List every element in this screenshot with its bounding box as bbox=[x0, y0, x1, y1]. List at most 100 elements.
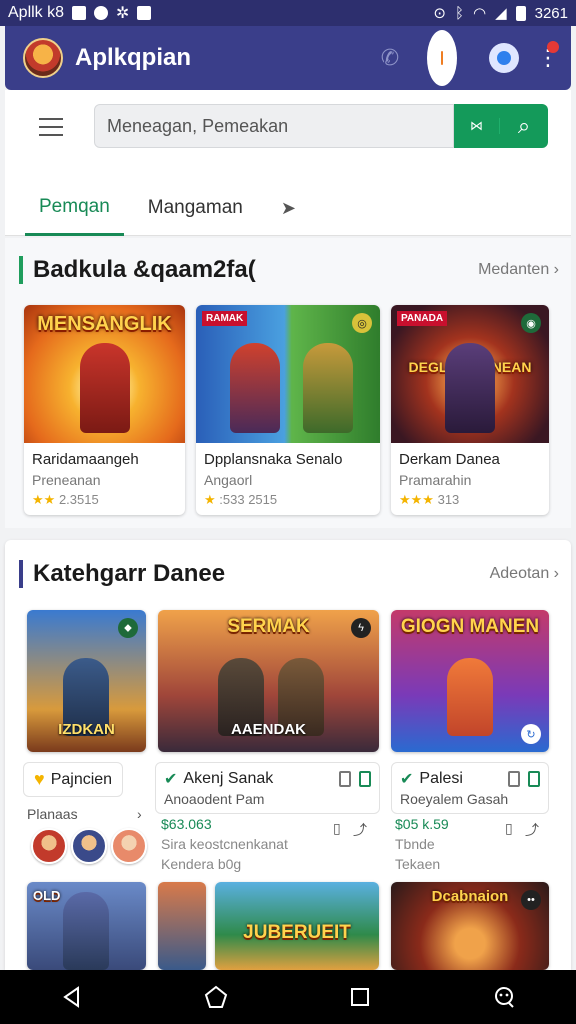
battery-icon bbox=[515, 5, 526, 21]
offer-subtitle: Anoaodent Pam bbox=[164, 791, 265, 807]
search-panel: Meneagan, Pemeakan ⋈ ⌕ Pemqan Mangaman ➤ bbox=[5, 90, 571, 236]
thumbnail-tag: PANADA bbox=[397, 311, 448, 326]
game-tile-small[interactable] bbox=[158, 882, 206, 970]
game-thumbnail: MENSANGLIK bbox=[24, 305, 185, 443]
lightning-icon: ϟ bbox=[351, 618, 371, 638]
game-rating: ★★★ 313 bbox=[399, 492, 460, 507]
game-tile[interactable]: OLD bbox=[27, 882, 146, 970]
search-input[interactable]: Meneagan, Pemeakan bbox=[94, 104, 454, 148]
offer-note: Tekaen bbox=[395, 856, 441, 872]
game-card[interactable]: RAMAK ◎ Dpplansnaka Senalo Angaorl ★ :53… bbox=[196, 305, 380, 515]
home-icon[interactable] bbox=[196, 977, 236, 1017]
app-logo[interactable] bbox=[23, 38, 63, 78]
offer-note: Kendera b0g bbox=[161, 856, 242, 872]
game-tile[interactable]: JUBERUEIT bbox=[215, 882, 379, 970]
app-bar: Aplkqpian ✆ ⋮ bbox=[5, 26, 571, 90]
game-tile[interactable]: ⬥ IZDKAN bbox=[27, 610, 146, 752]
battery-green-icon bbox=[528, 771, 540, 787]
offer-price: $63.063 bbox=[161, 816, 212, 832]
notification-square-icon bbox=[72, 6, 87, 20]
game-tile[interactable]: GIOGN MANEN ↻ bbox=[391, 610, 549, 752]
tile-banner: IZDKAN bbox=[58, 721, 115, 738]
tablet-icon[interactable] bbox=[427, 30, 457, 86]
game-thumbnail: RAMAK ◎ bbox=[196, 305, 380, 443]
nfc-icon: ⊙ bbox=[433, 5, 446, 22]
avatar[interactable] bbox=[111, 828, 147, 864]
featured-more-link[interactable]: Medanten › bbox=[478, 261, 559, 279]
heart-icon: ♥ bbox=[34, 769, 45, 789]
trend-icon: ⤴ bbox=[525, 822, 539, 838]
players-label: Planaas bbox=[27, 806, 78, 822]
character-figure bbox=[445, 343, 495, 433]
tile-banner: GIOGN MANEN bbox=[400, 616, 540, 637]
tab-overflow-icon[interactable]: ➤ bbox=[267, 180, 310, 236]
character-figure bbox=[447, 658, 493, 736]
phone-small-icon: ▯ bbox=[333, 820, 341, 836]
thumbnail-banner: MENSANGLIK bbox=[37, 313, 172, 335]
phone-icon[interactable]: ✆ bbox=[375, 43, 405, 73]
thumbnail-tag: RAMAK bbox=[202, 311, 248, 326]
game-rating: ★★ 2.3515 bbox=[32, 492, 99, 507]
game-card[interactable]: PANADA ◉ DEGLAN RANEAN Derkam Danea Pram… bbox=[391, 305, 549, 515]
category-section: Katehgarr Danee Adeotan › ⬥ IZDKAN SERMA… bbox=[5, 540, 571, 970]
wifi-icon: ◠ bbox=[472, 5, 487, 22]
chevron-right-icon[interactable]: › bbox=[137, 806, 142, 822]
game-tile[interactable]: Dcabnaion •• bbox=[391, 882, 549, 970]
offer-card[interactable]: ✔ Palesi Roeyalem Gasah bbox=[391, 762, 549, 814]
system-nav-bar bbox=[0, 970, 576, 1024]
tab-pemqan[interactable]: Pemqan bbox=[25, 180, 124, 236]
menu-icon[interactable] bbox=[39, 118, 63, 136]
featured-header: Badkula &qaam2fa( Medanten › bbox=[19, 254, 559, 286]
chat-icon[interactable] bbox=[489, 43, 519, 73]
phone-small-icon: ▯ bbox=[505, 820, 513, 836]
section-accent-bar bbox=[19, 560, 23, 588]
game-card[interactable]: MENSANGLIK Raridamaangeh Preneanan ★★ 2.… bbox=[24, 305, 185, 515]
category-more-link[interactable]: Adeotan › bbox=[490, 565, 559, 583]
game-tile[interactable]: SERMAK ϟ AAENDAK bbox=[158, 610, 379, 752]
character-figure bbox=[63, 892, 109, 970]
section-accent-bar bbox=[19, 256, 23, 284]
featured-title: Badkula &qaam2fa( bbox=[33, 256, 256, 283]
offer-title: Akenj Sanak bbox=[183, 770, 274, 787]
badge-icon: ◎ bbox=[352, 313, 372, 333]
assistant-icon[interactable] bbox=[484, 977, 524, 1017]
search-icon[interactable]: ⌕ bbox=[500, 113, 548, 139]
game-thumbnail: PANADA ◉ DEGLAN RANEAN bbox=[391, 305, 549, 443]
tile-banner: SERMAK bbox=[227, 616, 310, 637]
character-figure bbox=[229, 343, 280, 433]
scan-button[interactable]: ⋈ bbox=[454, 118, 500, 134]
signal-icon: ◢ bbox=[495, 5, 507, 22]
search-actions: ⋈ ⌕ bbox=[454, 104, 548, 148]
verified-icon: ✔ bbox=[164, 771, 178, 788]
game-name: Dpplansnaka Senalo bbox=[204, 451, 343, 468]
tab-mangaman[interactable]: Mangaman bbox=[134, 180, 257, 236]
offer-price: $05 k.59 bbox=[395, 816, 449, 832]
status-text: Apllk k8 bbox=[8, 4, 65, 21]
category-header: Katehgarr Danee Adeotan › bbox=[19, 558, 559, 590]
more-vertical-icon[interactable]: ⋮ bbox=[537, 41, 559, 73]
notification-dot bbox=[547, 41, 559, 53]
back-icon[interactable] bbox=[52, 977, 92, 1017]
phone-outline-icon bbox=[508, 771, 520, 787]
category-pill[interactable]: ♥ Pajncien bbox=[23, 762, 124, 797]
refresh-icon: ↻ bbox=[521, 724, 541, 744]
category-title: Katehgarr Danee bbox=[33, 560, 226, 587]
game-publisher: Angaorl bbox=[204, 472, 253, 488]
star-icon: ★★ bbox=[32, 492, 56, 507]
avatar[interactable] bbox=[71, 828, 107, 864]
game-name: Derkam Danea bbox=[399, 451, 500, 468]
status-bar: Apllk k8 ✲ ⊙ ᛒ ◠ ◢ 3261 bbox=[0, 0, 576, 26]
tab-bar: Pemqan Mangaman ➤ bbox=[25, 178, 320, 236]
offer-title: Palesi bbox=[419, 770, 463, 787]
avatar[interactable] bbox=[31, 828, 67, 864]
offer-detail: Sira keostcnenkanat bbox=[161, 836, 288, 852]
verified-icon: ✔ bbox=[400, 771, 414, 788]
game-rating: ★ :533 2515 bbox=[204, 492, 278, 507]
badge-icon: ⬥ bbox=[118, 618, 138, 638]
game-publisher: Preneanan bbox=[32, 472, 101, 488]
offer-detail: Tbnde bbox=[395, 836, 435, 852]
tile-banner: JUBERUEIT bbox=[243, 922, 351, 943]
offer-card[interactable]: ✔ Akenj Sanak Anoaodent Pam bbox=[155, 762, 380, 814]
phone-outline-icon bbox=[339, 771, 351, 787]
recents-icon[interactable] bbox=[340, 977, 380, 1017]
